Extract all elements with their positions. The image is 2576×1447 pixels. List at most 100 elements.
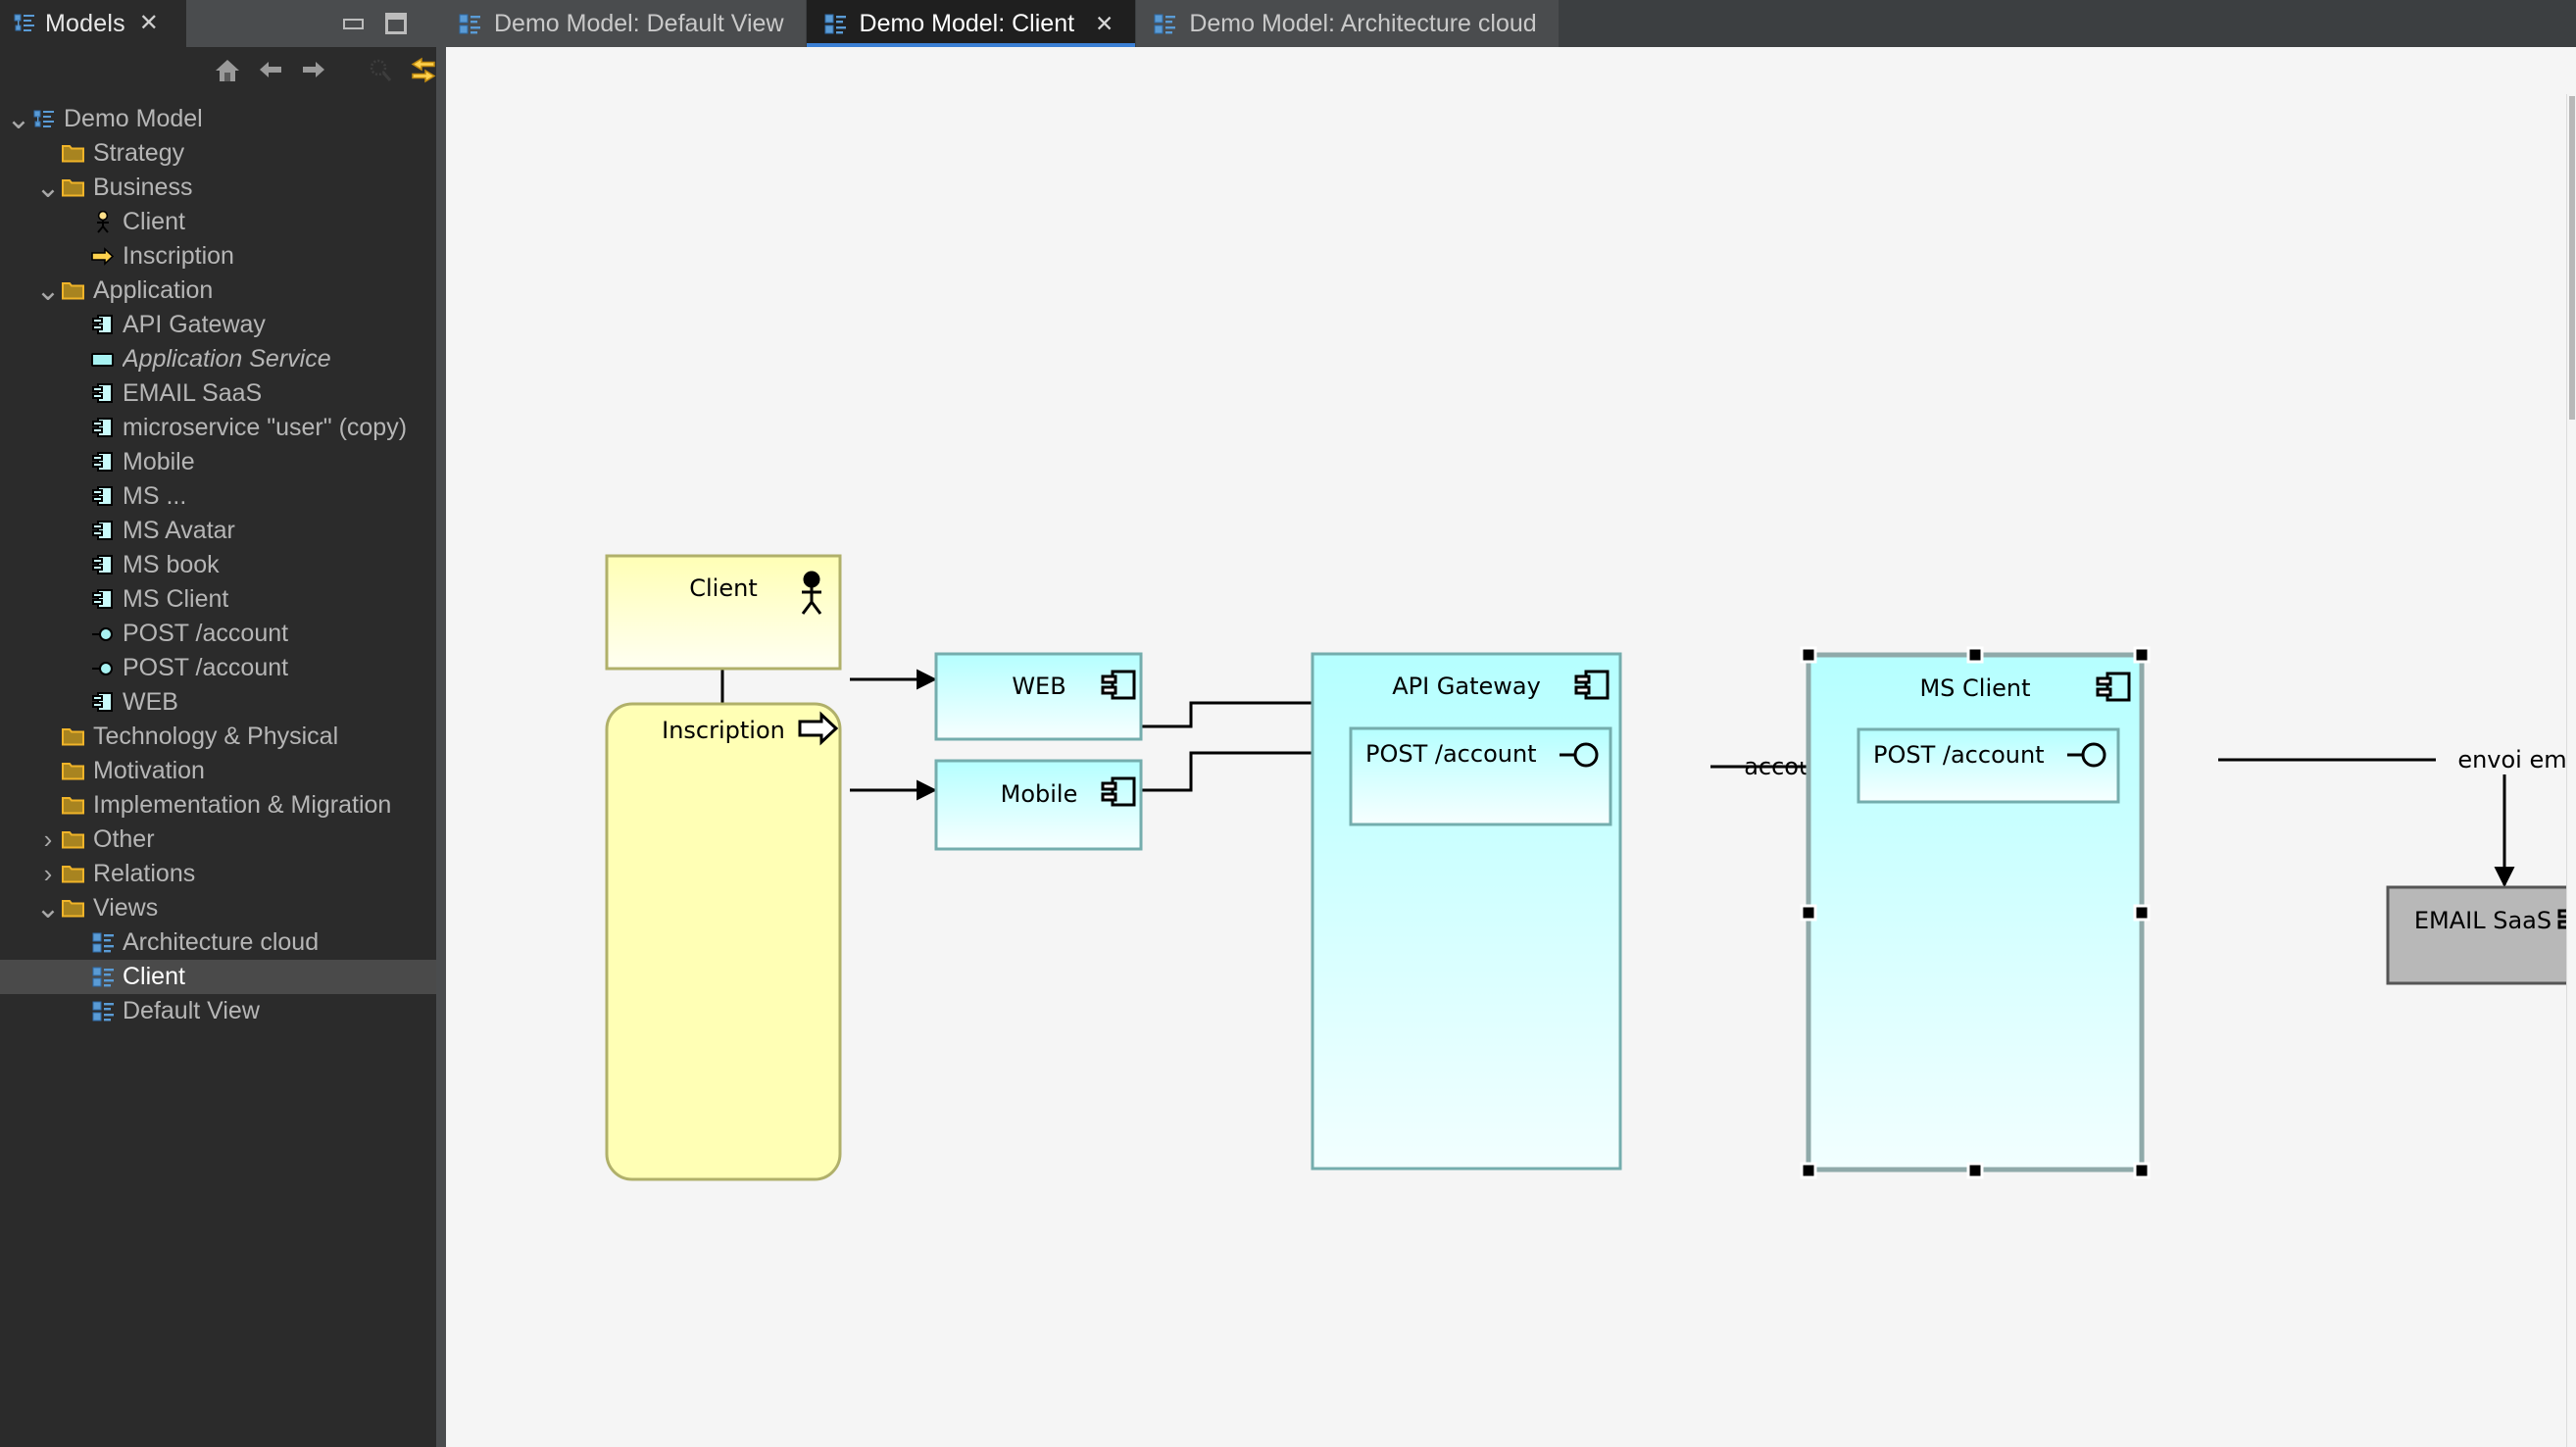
diagram-node-inscription[interactable]: Inscription [607, 704, 840, 1179]
models-panel-tab[interactable]: Models ✕ [0, 0, 186, 47]
diagram-node-web[interactable]: WEB [936, 654, 1141, 739]
selection-handle-n[interactable] [1968, 648, 1982, 662]
minimize-button[interactable] [343, 19, 364, 29]
chevron-right-icon[interactable]: › [35, 859, 61, 889]
diagram-node-ms-client[interactable]: MS Client POST /account [1802, 648, 2149, 1177]
tree-item-inscription[interactable]: Inscription [0, 239, 436, 274]
diagram-node-ms-post-account[interactable]: POST /account [1858, 729, 2118, 802]
tree-item-web[interactable]: WEB [0, 685, 436, 720]
home-button[interactable] [214, 54, 241, 87]
selection-handle-se[interactable] [2135, 1164, 2149, 1177]
chevron-down-icon[interactable]: ⌄ [6, 116, 31, 124]
selection-handle-e[interactable] [2135, 906, 2149, 920]
tree-item-business[interactable]: ⌄ Business [0, 171, 436, 205]
chevron-down-icon[interactable]: ⌄ [35, 184, 61, 192]
edge-label-envoi-email: envoi email [2457, 746, 2576, 773]
tree-item-ms-avatar[interactable]: MS Avatar [0, 514, 436, 548]
node-label-mobile: Mobile [1001, 780, 1078, 808]
models-panel-close-icon[interactable]: ✕ [139, 12, 159, 35]
tree-item-architecture-cloud[interactable]: Architecture cloud [0, 925, 436, 960]
folder-icon [61, 176, 86, 199]
folder-icon [61, 725, 86, 748]
maximize-button[interactable] [385, 13, 407, 34]
search-icon [367, 57, 394, 84]
tree-item-label: Demo Model [64, 105, 203, 133]
folder-icon [61, 794, 86, 817]
link-sync-icon [410, 56, 437, 84]
chevron-down-icon[interactable]: ⌄ [35, 905, 61, 913]
process-arrow-icon [90, 246, 116, 268]
editor-tab-1[interactable]: Demo Model: Client ✕ [807, 0, 1137, 47]
tree-item-label: Other [93, 825, 155, 854]
tree-item-ms-book[interactable]: MS book [0, 548, 436, 582]
tree-item-application-service[interactable]: Application Service [0, 342, 436, 376]
tree-item-client[interactable]: Client [0, 205, 436, 239]
editor-tab-bar: Demo Model: Default ViewDemo Model: Clie… [441, 0, 2576, 47]
selection-handle-nw[interactable] [1802, 648, 1815, 662]
tree-item-label: Relations [93, 860, 195, 888]
back-arrow-button[interactable] [257, 54, 284, 87]
diagram-node-email-saas[interactable]: EMAIL SaaS [2388, 887, 2576, 983]
tree-item-other[interactable]: › Other [0, 823, 436, 857]
component-icon [90, 417, 116, 439]
node-label-ms-post-account: POST /account [1873, 741, 2045, 769]
tree-item-technology-physical[interactable]: Technology & Physical [0, 720, 436, 754]
diagram-canvas[interactable]: account envoi email Client [446, 47, 2576, 1447]
selection-handle-w[interactable] [1802, 906, 1815, 920]
component-icon [90, 485, 116, 508]
editor-tab-2[interactable]: Demo Model: Architecture cloud [1136, 0, 1559, 47]
tree-item-label: EMAIL SaaS [123, 379, 262, 408]
tree-item-mobile[interactable]: Mobile [0, 445, 436, 479]
view-icon [90, 931, 116, 954]
canvas-scrollbar-thumb[interactable] [2569, 96, 2575, 420]
tree-item-label: Client [123, 208, 185, 236]
tree-item-client[interactable]: Client [0, 960, 436, 994]
tree-item-application[interactable]: ⌄Application [0, 274, 436, 308]
tree-item-ms-client[interactable]: MS Client [0, 582, 436, 617]
selection-handle-sw[interactable] [1802, 1164, 1815, 1177]
component-icon [90, 314, 116, 336]
editor-tab-label: Demo Model: Client [860, 10, 1075, 38]
diagram-node-mobile[interactable]: Mobile [936, 761, 1141, 849]
tree-item-relations[interactable]: › Relations [0, 857, 436, 891]
tree-item-ms[interactable]: MS ... [0, 479, 436, 514]
tree-item-demo-model[interactable]: ⌄ Demo Model [0, 102, 436, 136]
tree-item-strategy[interactable]: Strategy [0, 136, 436, 171]
view-icon [459, 13, 481, 35]
tree-item-label: Business [93, 174, 192, 202]
tree-item-email-saas[interactable]: EMAIL SaaS [0, 376, 436, 411]
models-tree-panel: ⌄ Demo Model Strategy ⌄ Business Client Inscri… [0, 47, 436, 1447]
models-toolbar [0, 47, 436, 94]
component-icon [90, 554, 116, 576]
tree-item-post-account[interactable]: POST /account [0, 651, 436, 685]
chevron-down-icon[interactable]: ⌄ [35, 287, 61, 295]
tree-item-label: Client [123, 963, 185, 991]
diagram-node-api-gateway[interactable]: API Gateway POST /account [1313, 654, 1620, 1169]
models-panel-title: Models [45, 10, 125, 38]
tree-item-api-gateway[interactable]: API Gateway [0, 308, 436, 342]
editor-tab-close-icon[interactable]: ✕ [1095, 11, 1114, 37]
tree-item-label: MS Client [123, 585, 228, 614]
selection-handle-ne[interactable] [2135, 648, 2149, 662]
tree-item-microservice-user-copy[interactable]: microservice "user" (copy) [0, 411, 436, 445]
canvas-vertical-scrollbar[interactable] [2566, 94, 2576, 1447]
chevron-right-icon[interactable]: › [35, 824, 61, 855]
tree-item-implementation-migration[interactable]: Implementation & Migration [0, 788, 436, 823]
connection-msclient-email[interactable] [2218, 760, 2504, 885]
tree-item-label: WEB [123, 688, 178, 717]
node-label-ms-client: MS Client [1919, 674, 2030, 702]
tree-item-label: POST /account [123, 620, 288, 648]
tree-item-post-account[interactable]: POST /account [0, 617, 436, 651]
link-sync-button[interactable] [410, 54, 437, 87]
diagram-node-api-post-account[interactable]: POST /account [1351, 728, 1610, 824]
sidebar-divider[interactable] [436, 47, 446, 1447]
component-icon [90, 588, 116, 611]
tree-item-motivation[interactable]: Motivation [0, 754, 436, 788]
tree-item-views[interactable]: ⌄Views [0, 891, 436, 925]
tree-item-default-view[interactable]: Default View [0, 994, 436, 1028]
editor-tab-0[interactable]: Demo Model: Default View [441, 0, 807, 47]
folder-icon [61, 279, 86, 302]
forward-arrow-button[interactable] [300, 54, 327, 87]
diagram-node-client[interactable]: Client [607, 556, 840, 669]
selection-handle-s[interactable] [1968, 1164, 1982, 1177]
